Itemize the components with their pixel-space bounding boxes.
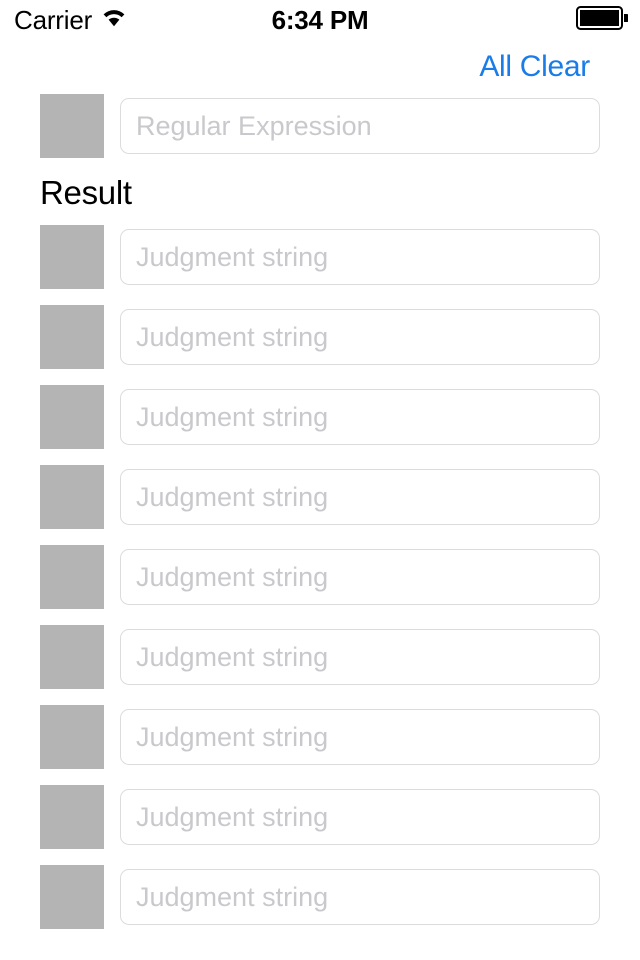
- judgment-string-input[interactable]: [120, 389, 600, 445]
- top-toolbar: All Clear: [0, 40, 640, 94]
- judgment-string-input[interactable]: [120, 789, 600, 845]
- regex-row: [40, 94, 640, 158]
- judgment-row: [40, 305, 640, 369]
- judgment-row: [40, 465, 640, 529]
- judgment-string-input[interactable]: [120, 549, 600, 605]
- judgment-row: [40, 625, 640, 689]
- judgment-swatch: [40, 465, 104, 529]
- battery-full-icon: [576, 5, 631, 35]
- judgment-string-input[interactable]: [120, 709, 600, 765]
- judgment-row: [40, 225, 640, 289]
- judgment-swatch: [40, 305, 104, 369]
- judgment-swatch: [40, 385, 104, 449]
- judgment-string-input[interactable]: [120, 469, 600, 525]
- judgment-swatch: [40, 545, 104, 609]
- status-bar-time: 6:34 PM: [271, 4, 369, 35]
- judgment-row: [40, 865, 640, 929]
- judgment-string-input[interactable]: [120, 869, 600, 925]
- judgment-row: [40, 545, 640, 609]
- judgment-string-input[interactable]: [120, 229, 600, 285]
- main-content: Result: [0, 94, 640, 929]
- judgment-swatch: [40, 705, 104, 769]
- regex-input[interactable]: [120, 98, 600, 154]
- judgment-swatch: [40, 785, 104, 849]
- judgment-rows-list: [40, 225, 640, 929]
- judgment-row: [40, 785, 640, 849]
- result-heading: Result: [40, 174, 132, 211]
- regex-swatch: [40, 94, 104, 158]
- judgment-string-input[interactable]: [120, 629, 600, 685]
- judgment-row: [40, 385, 640, 449]
- judgment-row: [40, 705, 640, 769]
- status-bar-right: [576, 0, 631, 40]
- status-bar: Carrier 6:34 PM: [0, 0, 640, 40]
- judgment-swatch: [40, 865, 104, 929]
- all-clear-button[interactable]: All Clear: [479, 50, 590, 84]
- judgment-swatch: [40, 225, 104, 289]
- judgment-swatch: [40, 625, 104, 689]
- judgment-string-input[interactable]: [120, 309, 600, 365]
